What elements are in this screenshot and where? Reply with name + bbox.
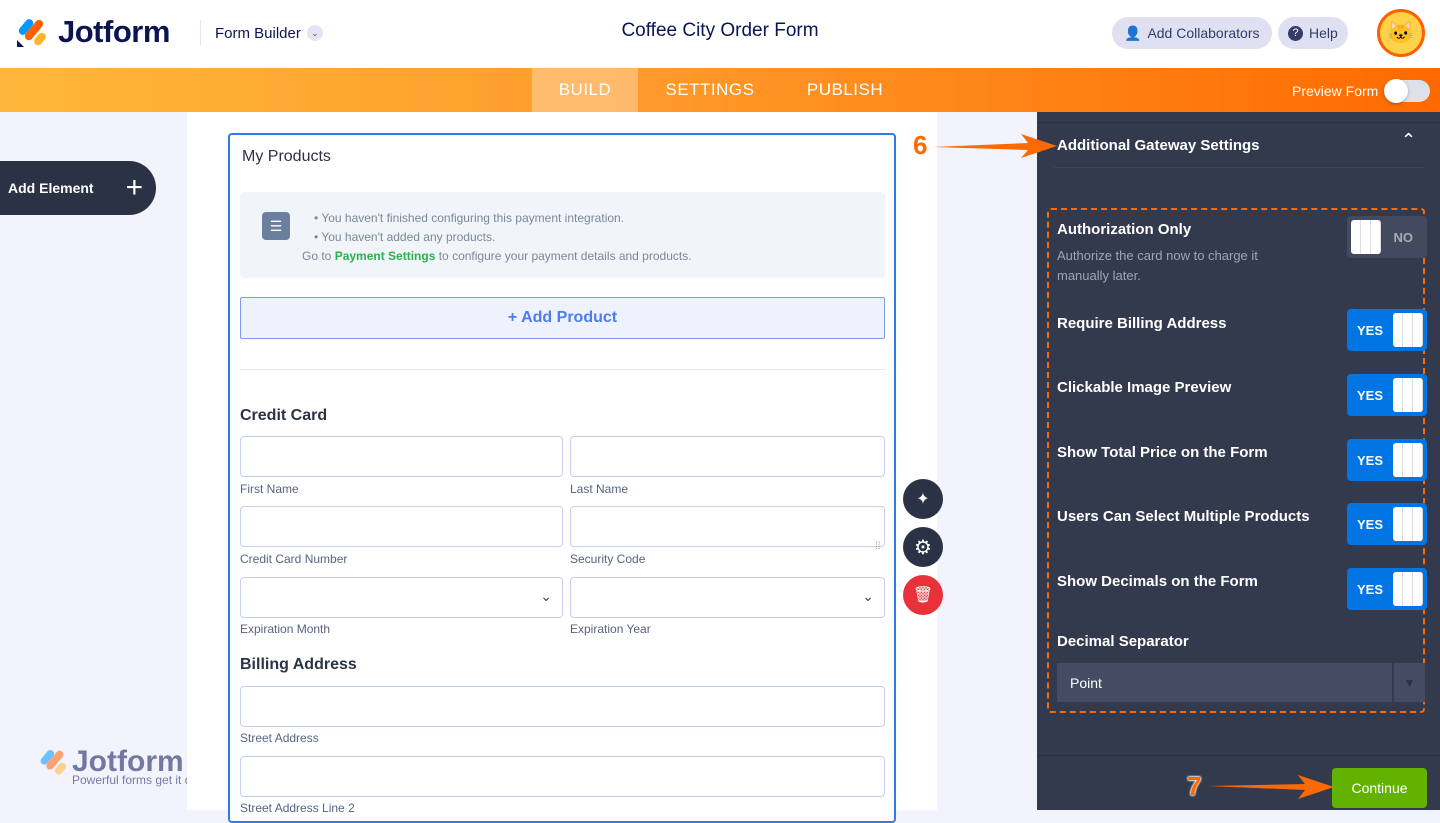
decimal-separator-value: Point xyxy=(1070,674,1102,691)
add-collaborators-button[interactable]: 👤 Add Collaborators xyxy=(1112,17,1272,49)
chevron-down-icon: ⌄ xyxy=(862,588,874,604)
arrow-annotation-icon xyxy=(933,134,1057,158)
divider xyxy=(1054,167,1423,168)
expiration-year-select[interactable]: ⌄ xyxy=(570,577,885,618)
setting-description: Authorize the card now to charge it manu… xyxy=(1057,248,1258,283)
require-billing-address-toggle[interactable]: YES xyxy=(1347,309,1427,351)
arrow-annotation-icon xyxy=(1208,775,1334,799)
expiration-month-select[interactable]: ⌄ xyxy=(240,577,563,618)
payment-field-card[interactable]: My Products ☰ • You haven't finished con… xyxy=(228,133,896,823)
warning-item: • You haven't finished configuring this … xyxy=(314,211,625,225)
show-total-price-toggle[interactable]: YES xyxy=(1347,439,1427,481)
add-product-button[interactable]: + Add Product xyxy=(240,297,885,339)
last-name-input[interactable] xyxy=(570,436,885,477)
credit-card-number-input[interactable] xyxy=(240,506,563,547)
toggle-value: YES xyxy=(1357,452,1384,468)
expiration-year-label: Expiration Year xyxy=(570,622,651,636)
show-decimals-toggle[interactable]: YES xyxy=(1347,568,1427,610)
delete-button[interactable]: 🗑 xyxy=(903,575,943,615)
section-title[interactable]: Additional Gateway Settings xyxy=(1057,137,1260,154)
toggle-value: YES xyxy=(1357,581,1384,597)
settings-button[interactable]: ⚙ xyxy=(903,527,943,567)
tab-build[interactable]: BUILD xyxy=(532,68,638,112)
credit-card-number-label: Credit Card Number xyxy=(240,552,348,566)
divider xyxy=(1037,122,1440,123)
setting-label: Users Can Select Multiple Products xyxy=(1057,508,1310,525)
add-element-button[interactable]: Add Element + xyxy=(0,161,156,215)
help-label: Help xyxy=(1309,25,1338,41)
credit-card-title: Credit Card xyxy=(240,407,328,424)
toggle-value: YES xyxy=(1357,387,1384,403)
toggle-switch[interactable] xyxy=(1384,79,1431,103)
jotform-watermark: Jotform Powerful forms get it done xyxy=(38,745,211,787)
nav-bar: BUILD SETTINGS PUBLISH Preview Form xyxy=(0,68,1440,112)
continue-button[interactable]: Continue xyxy=(1332,768,1427,808)
checklist-icon: ☰ xyxy=(262,212,290,240)
step-7-annotation: 7 xyxy=(1187,771,1202,801)
setting-label: Require Billing Address xyxy=(1057,315,1227,332)
security-code-label: Security Code xyxy=(570,552,646,566)
payment-settings-link[interactable]: Payment Settings xyxy=(335,249,436,263)
clickable-image-preview-toggle[interactable]: YES xyxy=(1347,374,1427,416)
plus-icon: + xyxy=(125,171,144,204)
decimal-separator-label: Decimal Separator xyxy=(1057,633,1189,650)
magic-wand-button[interactable]: ✦ xyxy=(903,479,943,519)
toggle-knob xyxy=(1393,313,1423,347)
toggle-knob xyxy=(1393,378,1423,412)
toggle-value: YES xyxy=(1357,516,1384,532)
step-6-annotation: 6 xyxy=(913,130,928,160)
caret-down-icon: ▼ xyxy=(1392,663,1425,702)
decimal-separator-select[interactable]: Point ▼ xyxy=(1057,663,1425,702)
street-address-2-input[interactable] xyxy=(240,756,885,797)
divider xyxy=(240,369,885,370)
divider xyxy=(1037,755,1440,756)
chevron-down-icon: ⌄ xyxy=(540,588,552,604)
drag-handle-icon[interactable]: ⁞⁞ xyxy=(875,542,881,552)
security-code-input[interactable] xyxy=(570,506,885,547)
warning-item: • You haven't added any products. xyxy=(314,230,496,244)
user-icon: 👤 xyxy=(1124,24,1142,41)
trash-icon: 🗑 xyxy=(912,587,934,604)
tab-publish[interactable]: PUBLISH xyxy=(790,68,900,112)
street-address-input[interactable] xyxy=(240,686,885,727)
setting-label: Show Total Price on the Form xyxy=(1057,444,1268,461)
authorization-only-toggle[interactable]: NO xyxy=(1347,216,1427,258)
setting-label: Show Decimals on the Form xyxy=(1057,573,1258,590)
add-collaborators-label: Add Collaborators xyxy=(1147,25,1260,41)
jotform-watermark-icon xyxy=(40,749,67,775)
first-name-label: First Name xyxy=(240,482,299,496)
properties-panel: Additional Gateway Settings ⌃ Authorizat… xyxy=(1037,112,1440,810)
preview-form-label: Preview Form xyxy=(1292,83,1379,99)
toggle-knob xyxy=(1393,507,1423,541)
toggle-knob xyxy=(1393,572,1423,606)
setting-label: Authorization Only xyxy=(1057,221,1192,238)
products-title: My Products xyxy=(242,148,331,165)
first-name-input[interactable] xyxy=(240,436,563,477)
street-address-label: Street Address xyxy=(240,731,319,745)
toggle-knob xyxy=(1351,220,1381,254)
help-button[interactable]: ? Help xyxy=(1278,17,1348,49)
multiple-products-toggle[interactable]: YES xyxy=(1347,503,1427,545)
setting-label: Clickable Image Preview xyxy=(1057,379,1232,396)
avatar[interactable]: 🐱 xyxy=(1377,9,1425,57)
preview-form-toggle[interactable]: Preview Form xyxy=(1292,79,1431,103)
street-address-2-label: Street Address Line 2 xyxy=(240,801,355,815)
question-icon: ? xyxy=(1288,25,1303,41)
last-name-label: Last Name xyxy=(570,482,629,496)
toggle-value: NO xyxy=(1393,229,1414,245)
toggle-value: YES xyxy=(1357,322,1384,338)
toggle-knob xyxy=(1393,443,1423,477)
add-element-label: Add Element xyxy=(8,180,94,196)
config-warning-box: ☰ • You haven't finished configuring thi… xyxy=(240,192,885,278)
chevron-up-icon[interactable]: ⌃ xyxy=(1401,130,1416,151)
tab-settings[interactable]: SETTINGS xyxy=(650,68,770,112)
top-header: Jotform Form Builder ⌄ Coffee City Order … xyxy=(0,0,1440,68)
magic-wand-icon: ✦ xyxy=(916,491,930,508)
expiration-month-label: Expiration Month xyxy=(240,622,331,636)
gear-icon: ⚙ xyxy=(914,536,932,559)
payment-note: Go to Payment Settings to configure your… xyxy=(302,249,692,263)
billing-address-title: Billing Address xyxy=(240,656,357,673)
